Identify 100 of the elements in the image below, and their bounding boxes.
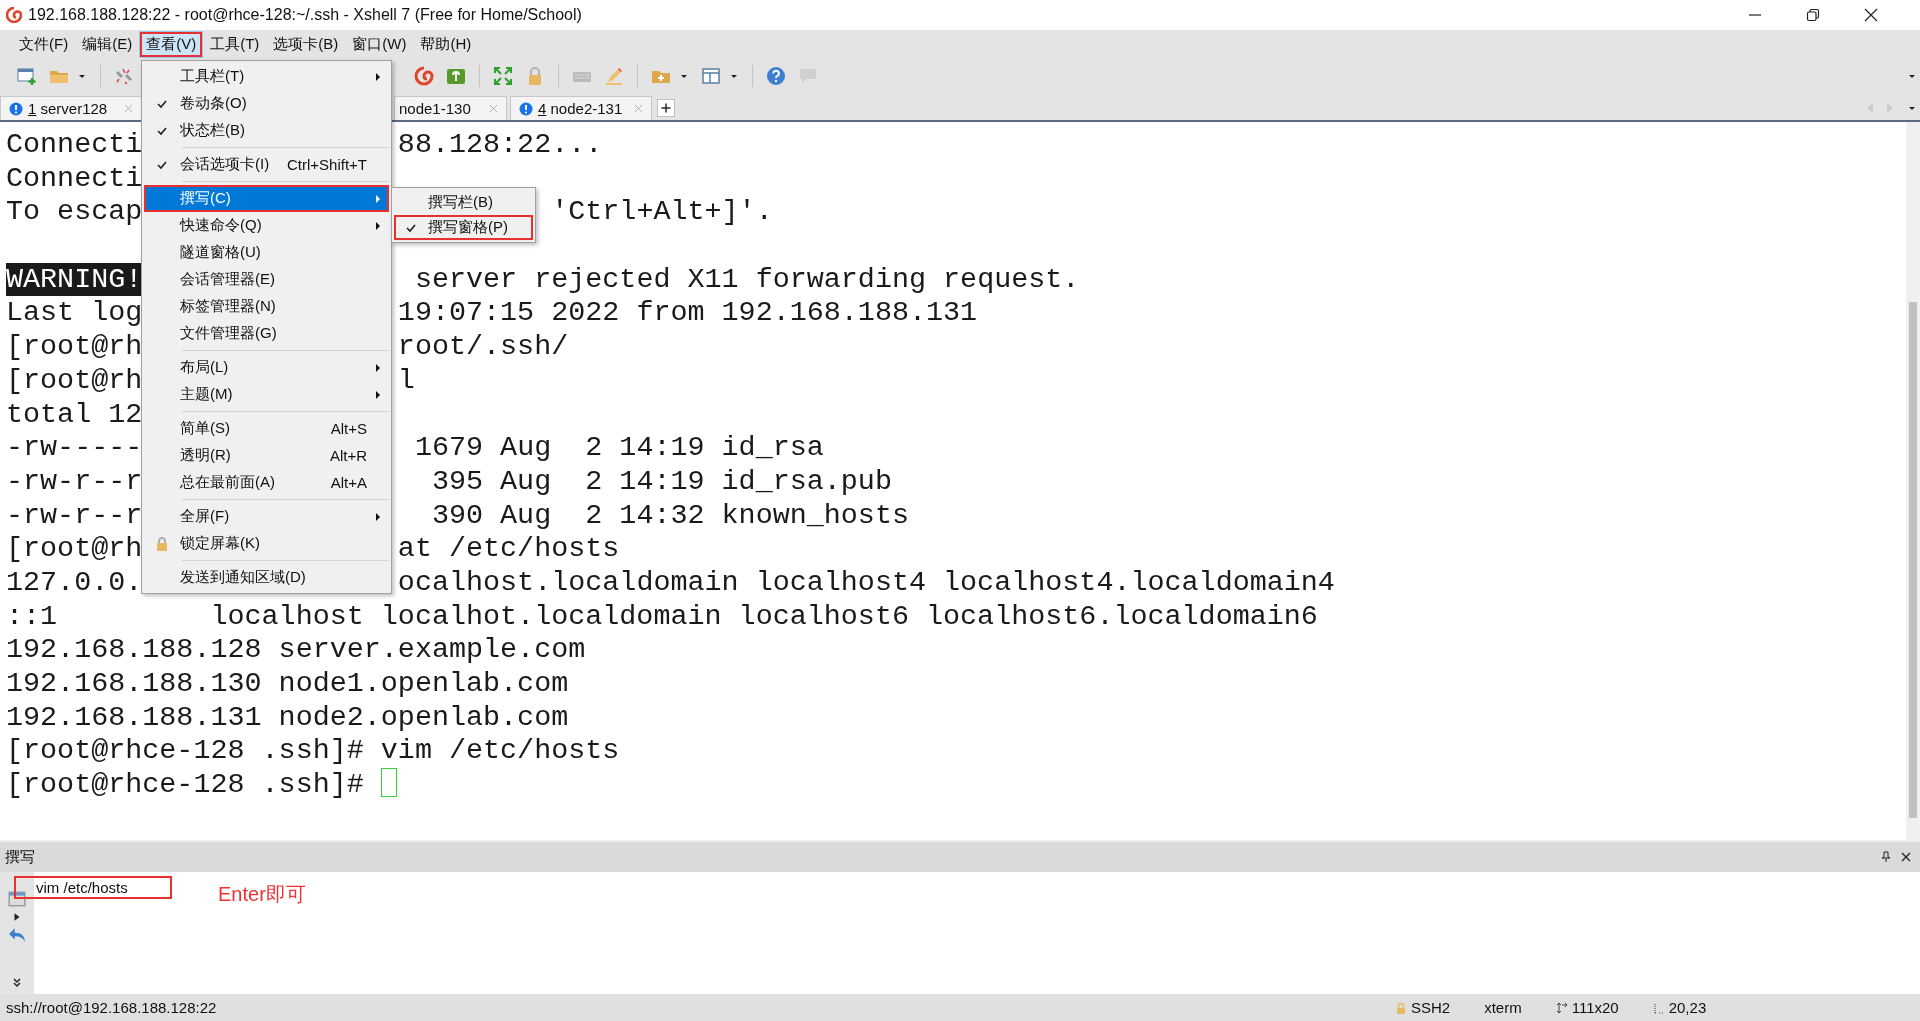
cursor-position-icon	[1652, 1001, 1665, 1014]
pin-icon[interactable]	[1880, 851, 1892, 863]
menu-item[interactable]: 全屏(F)	[144, 503, 389, 530]
submenu-arrow-icon	[375, 389, 381, 400]
resize-icon	[1555, 1001, 1568, 1014]
protocol-label: SSH2	[1411, 999, 1451, 1016]
menu-item[interactable]: 快速命令(Q)	[144, 212, 389, 239]
menu-item[interactable]: 透明(R) Alt+R	[144, 442, 389, 469]
terminal-text: 127.0.0.	[6, 565, 143, 599]
session-tab[interactable]: 4 node2-131	[510, 96, 652, 120]
menu-item[interactable]: 工具(T)	[203, 31, 267, 58]
menu-item[interactable]: 撰写(C)	[144, 185, 389, 212]
terminal-text: 88.128:22...	[397, 128, 603, 161]
caret-icon[interactable]	[1908, 72, 1916, 80]
menu-item[interactable]: 选项卡(B)	[266, 31, 346, 58]
text-cursor	[380, 768, 397, 798]
terminal-text: -rw-----	[6, 431, 143, 465]
compose-input[interactable]: vim /etc/hosts	[14, 876, 172, 899]
cursor-position: 20,23	[1668, 999, 1707, 1016]
submenu-arrow-icon	[375, 71, 381, 82]
terminal-text: Connecti	[6, 128, 143, 161]
terminal-text: 192.168.188.131 node2.openlab.com	[6, 700, 569, 734]
close-icon[interactable]	[1900, 851, 1912, 863]
menu-item[interactable]: 发送到通知区域(D)	[144, 564, 389, 591]
terminal-text: total 12	[6, 397, 143, 431]
menu-item[interactable]: 简单(S) Alt+S	[144, 415, 389, 442]
submenu-arrow-icon	[375, 511, 381, 522]
terminal-text: -rw-r--r	[6, 464, 143, 498]
session-tab[interactable]: node1-130	[394, 96, 507, 120]
terminal-text: 19:07:15 2022 from 192.168.188.131	[397, 296, 978, 330]
alert-icon	[519, 101, 533, 116]
chevron-down-icon[interactable]	[13, 978, 21, 988]
terminal-text: -rw-r--r	[6, 498, 143, 532]
menu-item[interactable]: 工具栏(T)	[144, 63, 389, 90]
pane-title: 撰写	[5, 847, 35, 867]
menu-item[interactable]: 查看(V)	[139, 31, 204, 58]
menu-item[interactable]: 会话选项卡(I) Ctrl+Shift+T	[144, 151, 389, 178]
terminal-type: xterm	[1484, 999, 1522, 1016]
menu-item[interactable]: 状态栏(B)	[144, 117, 389, 144]
caret-icon[interactable]	[1908, 104, 1916, 112]
terminal-text: [root@rh	[6, 330, 143, 364]
alert-icon	[9, 101, 23, 116]
terminal-text: at /etc/hosts	[397, 532, 620, 566]
menu-item[interactable]: 总在最前面(A) Alt+A	[144, 469, 389, 496]
file-transfer-icon[interactable]	[446, 66, 466, 86]
tab-label[interactable]: node1-130	[399, 100, 471, 117]
terminal-text: To escap	[6, 195, 143, 229]
menu-item[interactable]: 编辑(E)	[75, 31, 140, 58]
caret-icon[interactable]	[680, 72, 688, 80]
terminal-text: ocalhost.localdomain localhost4 localhost4.localdomain4	[397, 565, 1335, 599]
expand-arrow-icon[interactable]	[13, 912, 21, 922]
restore-icon[interactable]	[1806, 8, 1820, 22]
terminal-text: WARNING!	[6, 262, 143, 296]
add-tab-icon[interactable]	[657, 99, 675, 117]
menu-item[interactable]: 标签管理器(N)	[144, 293, 389, 320]
terminal-text: Connecti	[6, 161, 143, 195]
menu-item[interactable]: 卷动条(O)	[144, 90, 389, 117]
tab-label[interactable]: 1 server128	[28, 100, 108, 117]
terminal-text: 'Ctrl+Alt+]'.	[551, 195, 773, 229]
terminal-text: [root@rhce-128 .ssh]#	[6, 768, 365, 802]
pen-icon[interactable]	[604, 66, 624, 86]
menu-item[interactable]: 主题(M)	[144, 381, 389, 408]
menu-item[interactable]: 帮助(H)	[413, 31, 479, 58]
tab-label[interactable]: 4 node2-131	[538, 100, 623, 117]
terminal-text: 192.168.188.130 node1.openlab.com	[6, 667, 569, 700]
terminal-text: [root@rh	[6, 532, 143, 566]
menu-item[interactable]: 锁定屏幕(K)	[144, 530, 389, 557]
menu-item[interactable]: 文件(F)	[12, 31, 76, 58]
menu-item[interactable]: 撰写窗格(P)	[394, 215, 533, 240]
menu-item[interactable]: 文件管理器(G)	[144, 320, 389, 347]
menu-item[interactable]: 布局(L)	[144, 354, 389, 381]
menu-item[interactable]: 隧道窗格(U)	[144, 239, 389, 266]
annotation-text: Enter即可	[218, 882, 306, 907]
submenu-arrow-icon	[375, 362, 381, 373]
new-session-icon[interactable]	[17, 66, 37, 86]
layout-icon[interactable]	[701, 66, 721, 86]
terminal-text: 395 Aug 2 14:19 id_rsa.pub	[431, 464, 892, 498]
fullscreen-icon[interactable]	[493, 66, 513, 86]
terminal-text: [root@rh	[6, 363, 143, 397]
scrollbar[interactable]	[1906, 122, 1920, 840]
terminal-text: ::1 localhost localhot.localdomain localhost6 localhost6.localdomain6	[6, 599, 1318, 633]
terminal-text: server rejected X11 forwarding request.	[414, 262, 1080, 296]
session-tab[interactable]: 1 server128	[0, 96, 142, 120]
terminal-text: [root@rhce-128 .ssh]# vim /etc/hosts	[6, 734, 620, 768]
caret-icon[interactable]	[78, 72, 86, 80]
submenu-arrow-icon	[375, 220, 381, 231]
close-icon[interactable]	[1864, 8, 1878, 22]
menu-item[interactable]: 撰写栏(B)	[394, 190, 533, 215]
window-title: 192.168.188.128:22 - root@rhce-128:~/.ssh - Xshell 7 (Free for Home/School)	[28, 6, 582, 24]
lock-icon	[154, 535, 170, 552]
terminal-text: l	[397, 363, 415, 397]
help-icon[interactable]	[766, 66, 786, 86]
disconnect-icon[interactable]	[114, 66, 134, 86]
menu-item[interactable]: 窗口(W)	[345, 31, 414, 58]
terminal-text: Last log	[6, 296, 143, 330]
scrollbar-thumb[interactable]	[1909, 302, 1917, 818]
menu-item[interactable]: 会话管理器(E)	[144, 266, 389, 293]
swirl-icon[interactable]	[414, 66, 434, 86]
terminal-text: root/.ssh/	[397, 330, 569, 364]
caret-icon[interactable]	[730, 72, 738, 80]
